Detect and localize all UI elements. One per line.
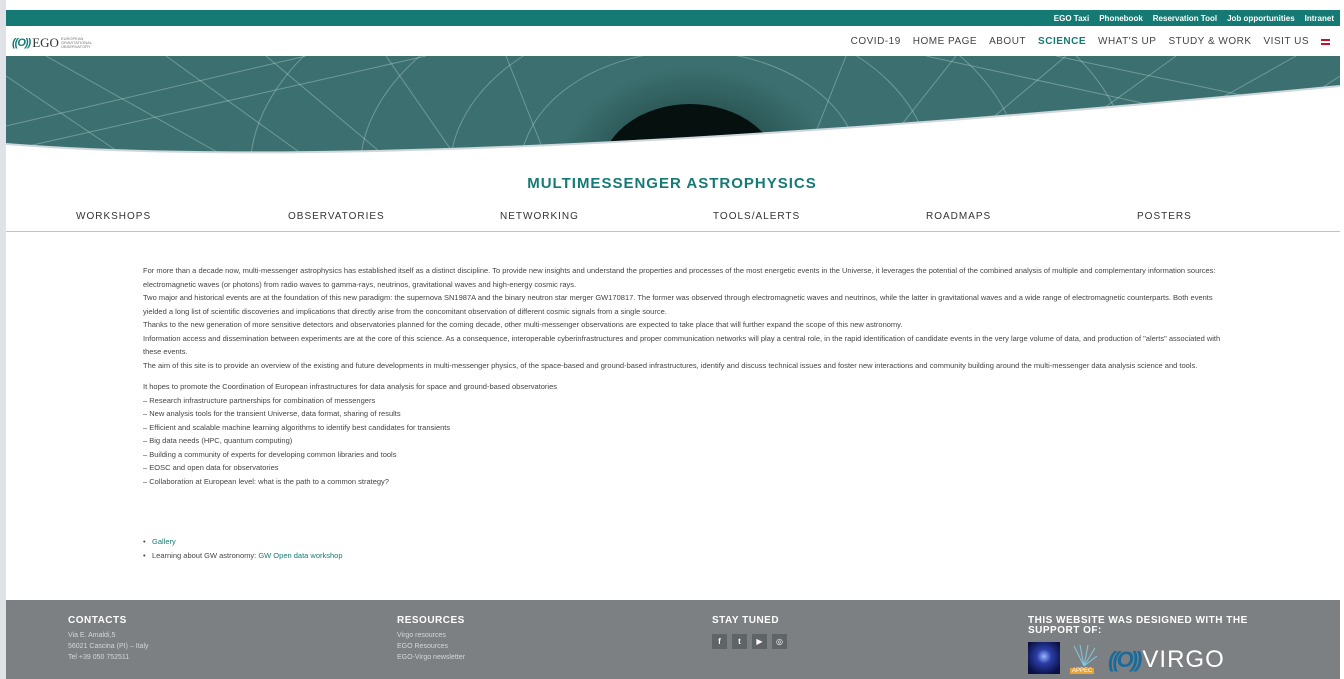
page-title: MULTIMESSENGER ASTROPHYSICS bbox=[527, 175, 817, 192]
footer-stay-tuned: STAY TUNED f t ▶ ◎ bbox=[712, 616, 787, 649]
paragraph: Two major and historical events are at t… bbox=[143, 293, 1213, 316]
site-footer: CONTACTS Via E. Amaldi,5 56021 Cascina (… bbox=[6, 600, 1340, 679]
footer-support: THIS WEBSITE WAS DESIGNED WITH THE SUPPO… bbox=[1028, 616, 1268, 674]
list-intro: It hopes to promote the Coordination of … bbox=[143, 382, 557, 391]
paragraph: Thanks to the new generation of more sen… bbox=[143, 320, 903, 329]
site-header: ((O)) EGO EUROPEAN GRAVITATIONAL OBSERVA… bbox=[6, 26, 1340, 56]
list-item: – Building a community of experts for de… bbox=[143, 449, 397, 459]
list-item: – Efficient and scalable machine learnin… bbox=[143, 422, 451, 432]
topbar-link-ego-taxi[interactable]: EGO Taxi bbox=[1054, 14, 1089, 23]
virgo-logo-mark: ((O)) bbox=[1108, 647, 1142, 672]
footer-support-title: THIS WEBSITE WAS DESIGNED WITH THE SUPPO… bbox=[1028, 615, 1248, 636]
footer-stay-tuned-title: STAY TUNED bbox=[712, 615, 780, 626]
nav-home-page[interactable]: HOME PAGE bbox=[913, 36, 977, 47]
nav-study-work[interactable]: STUDY & WORK bbox=[1168, 36, 1251, 47]
facebook-icon[interactable]: f bbox=[712, 634, 727, 649]
paragraph: The aim of this site is to provide an ov… bbox=[143, 360, 1198, 370]
ego-logo[interactable]: ((O)) EGO EUROPEAN GRAVITATIONAL OBSERVA… bbox=[12, 35, 92, 51]
topbar-link-reservation-tool[interactable]: Reservation Tool bbox=[1153, 14, 1217, 23]
subnav-networking[interactable]: NETWORKING bbox=[500, 211, 579, 222]
footer-resources-title: RESOURCES bbox=[397, 615, 465, 626]
subnav-posters[interactable]: POSTERS bbox=[1137, 211, 1192, 222]
list-item: – Big data needs (HPC, quantum computing… bbox=[143, 436, 293, 445]
nav-science[interactable]: SCIENCE bbox=[1038, 36, 1086, 47]
ego-logo-mark: ((O)) bbox=[12, 37, 31, 49]
list-item: – New analysis tools for the transient U… bbox=[143, 409, 401, 418]
list-item: – Research infrastructure partnerships f… bbox=[143, 395, 376, 405]
appec-logo[interactable]: APPEC bbox=[1070, 644, 1098, 674]
paragraph: For more than a decade now, multi-messen… bbox=[143, 266, 1216, 289]
instagram-icon[interactable]: ◎ bbox=[772, 634, 787, 649]
topbar-link-job-opportunities[interactable]: Job opportunities bbox=[1227, 14, 1295, 23]
nav-visit-us[interactable]: VISIT US bbox=[1264, 36, 1310, 47]
ahead-logo[interactable] bbox=[1028, 642, 1060, 674]
list-item-gallery: Gallery bbox=[143, 535, 343, 549]
newsletter-link[interactable]: EGO-Virgo newsletter bbox=[397, 652, 465, 663]
footer-contacts-title: CONTACTS bbox=[68, 615, 127, 626]
hero-banner bbox=[6, 56, 1340, 157]
subnav-roadmaps[interactable]: ROADMAPS bbox=[926, 211, 991, 222]
partner-logos: APPEC ((O)) VIRGO bbox=[1028, 642, 1268, 674]
contact-phone: Tel +39 050 752511 bbox=[68, 654, 130, 661]
subnav-tools-alerts[interactable]: TOOLS/ALERTS bbox=[713, 211, 800, 222]
learning-prefix: Learning about GW astronomy: bbox=[152, 550, 259, 560]
youtube-icon[interactable]: ▶ bbox=[752, 634, 767, 649]
top-utility-bar: EGO Taxi Phonebook Reservation Tool Job … bbox=[6, 10, 1340, 26]
list-item-learning: Learning about GW astronomy: GW Open dat… bbox=[143, 549, 343, 563]
topbar-link-phonebook[interactable]: Phonebook bbox=[1099, 14, 1143, 23]
uk-flag-icon[interactable] bbox=[1321, 38, 1330, 45]
list-item: – Collaboration at European level: what … bbox=[143, 476, 389, 486]
ego-logo-subtitle: EUROPEAN GRAVITATIONAL OBSERVATORY bbox=[60, 36, 92, 49]
list-item: – EOSC and open data for observatories bbox=[143, 463, 279, 472]
gallery-link[interactable]: Gallery bbox=[152, 537, 176, 546]
virgo-logo-word: VIRGO bbox=[1142, 646, 1225, 673]
footer-contacts: CONTACTS Via E. Amaldi,5 56021 Cascina (… bbox=[68, 616, 149, 663]
topbar-link-intranet[interactable]: Intranet bbox=[1305, 14, 1334, 23]
social-icons: f t ▶ ◎ bbox=[712, 634, 787, 649]
banner-artwork bbox=[6, 56, 1340, 157]
ego-resources-link[interactable]: EGO Resources bbox=[397, 641, 465, 652]
appec-burst-icon bbox=[1073, 644, 1098, 667]
virgo-resources-link[interactable]: Virgo resources bbox=[397, 630, 465, 641]
nav-covid-19[interactable]: COVID-19 bbox=[851, 36, 901, 47]
nav-about[interactable]: ABOUT bbox=[989, 36, 1026, 47]
contact-city: 56021 Cascina (PI) – Italy bbox=[68, 643, 149, 650]
virgo-logo[interactable]: ((O)) VIRGO bbox=[1108, 646, 1225, 674]
article-content: For more than a decade now, multi-messen… bbox=[143, 264, 1233, 488]
subnav-workshops[interactable]: WORKSHOPS bbox=[76, 211, 151, 222]
goals-list: – Research infrastructure partnerships f… bbox=[143, 394, 1233, 489]
appec-logo-text: APPEC bbox=[1070, 668, 1095, 674]
contact-address: Via E. Amaldi,5 bbox=[68, 632, 116, 639]
gw-open-data-workshop-link[interactable]: GW Open data workshop bbox=[258, 551, 342, 560]
nav-whats-up[interactable]: WHAT'S UP bbox=[1098, 36, 1156, 47]
resource-links: Gallery Learning about GW astronomy: GW … bbox=[143, 535, 343, 562]
twitter-icon[interactable]: t bbox=[732, 634, 747, 649]
ego-logo-word: EGO bbox=[32, 35, 59, 50]
subnav-observatories[interactable]: OBSERVATORIES bbox=[288, 211, 385, 222]
section-subnav: WORKSHOPS OBSERVATORIES NETWORKING TOOLS… bbox=[6, 208, 1340, 232]
main-nav: COVID-19 HOME PAGE ABOUT SCIENCE WHAT'S … bbox=[851, 36, 1330, 47]
footer-resources: RESOURCES Virgo resources EGO Resources … bbox=[397, 616, 465, 663]
paragraph: Information access and dissemination bet… bbox=[143, 333, 1221, 357]
